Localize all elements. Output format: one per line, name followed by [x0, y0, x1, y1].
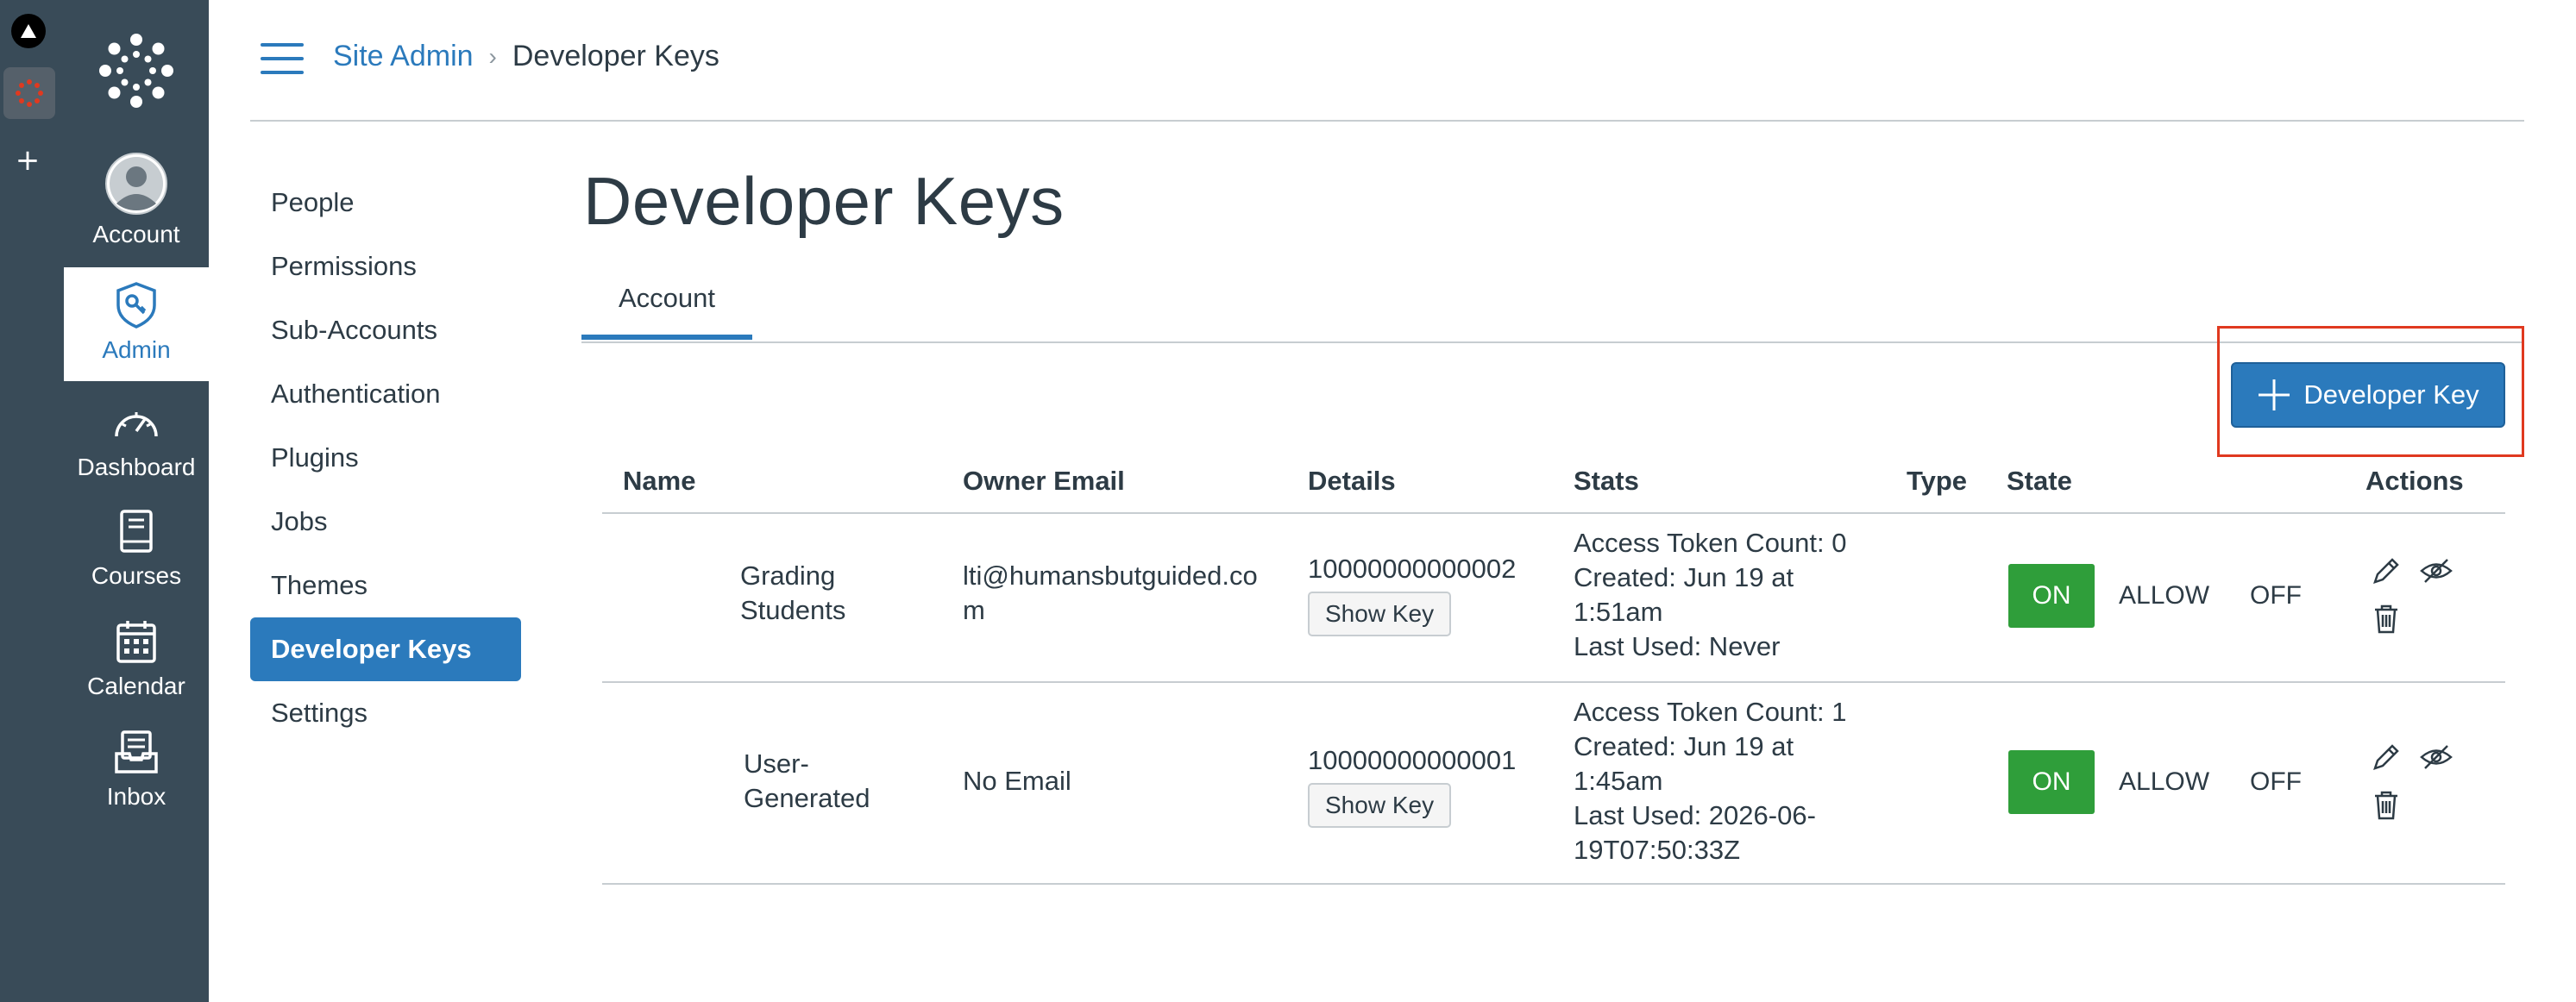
- subnav-item-people[interactable]: People: [250, 171, 521, 235]
- subnav-item-sub-accounts[interactable]: Sub-Accounts: [250, 298, 521, 362]
- global-nav-label: Inbox: [106, 783, 166, 810]
- canvas-logo-icon[interactable]: [97, 31, 176, 110]
- state-on-button[interactable]: ON: [2008, 564, 2095, 628]
- delete-trash-icon[interactable]: [2369, 788, 2403, 823]
- page-title: Developer Keys: [583, 163, 1065, 239]
- global-nav-label: Dashboard: [77, 454, 196, 480]
- global-nav-admin[interactable]: Admin: [64, 267, 209, 381]
- inbox-icon: [110, 726, 162, 778]
- hide-eye-icon[interactable]: [2419, 554, 2453, 588]
- global-nav-account[interactable]: Account: [64, 152, 209, 260]
- owner-email-line: No Email: [963, 766, 1071, 796]
- global-nav-inbox[interactable]: Inbox: [64, 726, 209, 811]
- calendar-icon: [110, 616, 162, 667]
- avatar-icon: [104, 152, 168, 216]
- state-on-button[interactable]: ON: [2008, 750, 2095, 814]
- owner-email-line: m: [963, 595, 985, 625]
- key-name-line: Generated: [744, 783, 870, 813]
- stat-line: Access Token Count: 1: [1574, 697, 1847, 727]
- key-name-line: User-: [744, 748, 809, 779]
- stat-line: 1:51am: [1574, 597, 1663, 627]
- column-header-stats: Stats: [1574, 466, 1639, 496]
- state-off-option[interactable]: OFF: [2250, 581, 2302, 611]
- key-name-line: Grading: [740, 560, 836, 591]
- subnav-item-plugins[interactable]: Plugins: [250, 426, 521, 490]
- key-name: User- Generated: [744, 747, 870, 816]
- key-id: 10000000000001: [1308, 745, 1517, 775]
- column-header-owner-email: Owner Email: [963, 466, 1125, 496]
- column-header-details: Details: [1308, 466, 1396, 496]
- column-header-state: State: [2007, 466, 2072, 496]
- state-off-option[interactable]: OFF: [2250, 767, 2302, 797]
- breadcrumb: Site Admin › Developer Keys: [333, 40, 719, 73]
- key-name: Grading Students: [740, 559, 845, 628]
- subnav-item-settings[interactable]: Settings: [250, 681, 521, 745]
- breadcrumb-site-admin-link[interactable]: Site Admin: [333, 40, 474, 73]
- app-strip: +: [0, 0, 64, 1002]
- owner-email: No Email: [963, 764, 1071, 798]
- global-nav-label: Account: [92, 221, 180, 247]
- tab-account[interactable]: Account: [581, 274, 752, 340]
- owner-email: lti@humansbutguided.co m: [963, 559, 1258, 628]
- hamburger-menu-icon[interactable]: [261, 43, 304, 74]
- canvas-app-icon[interactable]: [3, 67, 55, 119]
- table-header-row: Name Owner Email Details Stats Type Stat…: [602, 450, 2505, 514]
- global-nav-label: Calendar: [87, 673, 185, 699]
- breadcrumb-current: Developer Keys: [512, 40, 719, 72]
- stat-line: Last Used: Never: [1574, 631, 1781, 661]
- edit-pencil-icon[interactable]: [2369, 740, 2403, 774]
- global-nav-calendar[interactable]: Calendar: [64, 616, 209, 700]
- state-allow-option[interactable]: ALLOW: [2119, 767, 2209, 797]
- key-stats: Access Token Count: 1 Created: Jun 19 at…: [1574, 695, 1847, 867]
- shield-key-icon: [110, 279, 162, 331]
- global-nav-dashboard[interactable]: Dashboard: [64, 397, 209, 481]
- key-details: 10000000000002 Show Key: [1308, 552, 1516, 636]
- key-name-line: Students: [740, 595, 846, 625]
- subnav-item-themes[interactable]: Themes: [250, 554, 521, 617]
- admin-sub-nav: People Permissions Sub-Accounts Authenti…: [250, 171, 521, 745]
- page-header: Site Admin › Developer Keys: [250, 0, 2524, 122]
- stat-line: Created: Jun 19 at: [1574, 562, 1794, 592]
- add-developer-key-button[interactable]: Developer Key: [2231, 362, 2505, 428]
- key-id: 10000000000002: [1308, 554, 1517, 584]
- stat-line: 19T07:50:33Z: [1574, 835, 1741, 865]
- global-nav-courses[interactable]: Courses: [64, 505, 209, 590]
- subnav-item-permissions[interactable]: Permissions: [250, 235, 521, 298]
- edit-pencil-icon[interactable]: [2369, 554, 2403, 588]
- table-row: User- Generated No Email 10000000000001 …: [602, 683, 2505, 885]
- stat-line: Last Used: 2026-06-: [1574, 800, 1816, 830]
- stat-line: Access Token Count: 0: [1574, 528, 1847, 558]
- state-allow-option[interactable]: ALLOW: [2119, 581, 2209, 611]
- column-header-actions: Actions: [2366, 466, 2464, 496]
- global-nav-label: Admin: [102, 336, 171, 363]
- breadcrumb-separator-icon: ›: [488, 42, 497, 70]
- global-nav: Account Admin Dashboard Courses Calendar…: [64, 0, 209, 1002]
- delete-trash-icon[interactable]: [2369, 602, 2403, 636]
- key-details: 10000000000001 Show Key: [1308, 743, 1516, 828]
- book-icon: [110, 505, 162, 557]
- show-key-button[interactable]: Show Key: [1308, 592, 1452, 636]
- dashboard-icon: [110, 397, 162, 448]
- subnav-item-developer-keys[interactable]: Developer Keys: [250, 617, 521, 681]
- column-header-name: Name: [623, 466, 696, 496]
- developer-keys-table: Name Owner Email Details Stats Type Stat…: [602, 450, 2505, 885]
- subnav-item-jobs[interactable]: Jobs: [250, 490, 521, 554]
- subnav-item-authentication[interactable]: Authentication: [250, 362, 521, 426]
- add-developer-key-label: Developer Key: [2303, 379, 2479, 410]
- show-key-button[interactable]: Show Key: [1308, 783, 1452, 828]
- global-nav-label: Courses: [91, 562, 182, 589]
- plus-icon: [2257, 378, 2291, 412]
- stat-line: 1:45am: [1574, 766, 1663, 796]
- owner-email-line: lti@humansbutguided.co: [963, 560, 1258, 591]
- add-app-icon[interactable]: +: [12, 143, 43, 178]
- hide-eye-icon[interactable]: [2419, 740, 2453, 774]
- table-row: Grading Students lti@humansbutguided.co …: [602, 514, 2505, 683]
- column-header-type: Type: [1907, 466, 1968, 496]
- app-logo-icon[interactable]: [11, 14, 46, 48]
- stat-line: Created: Jun 19 at: [1574, 731, 1794, 761]
- key-stats: Access Token Count: 0 Created: Jun 19 at…: [1574, 526, 1847, 664]
